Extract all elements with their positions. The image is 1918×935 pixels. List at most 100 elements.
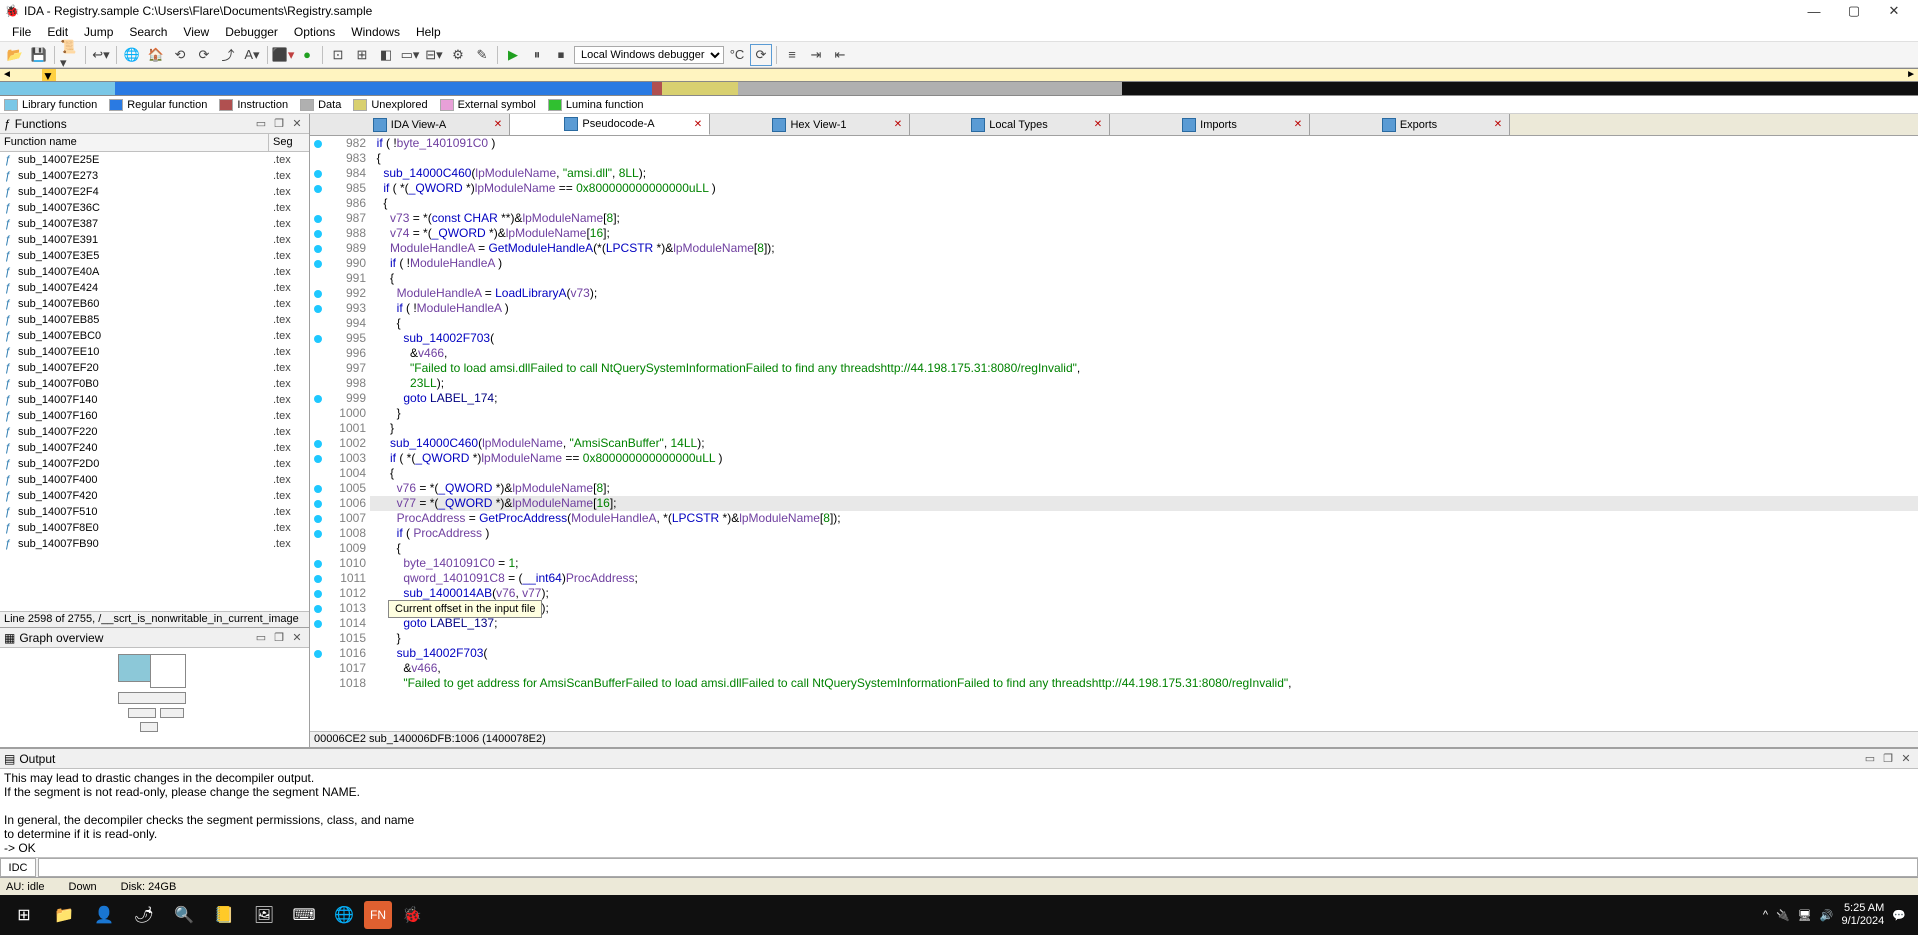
output-window-icon[interactable]: ▭ <box>1862 751 1878 767</box>
task-chrome-icon[interactable]: 🌐 <box>324 895 364 935</box>
function-row[interactable]: ƒsub_14007F510.tex <box>0 504 309 520</box>
code-line[interactable]: goto LABEL_137; <box>370 616 1918 631</box>
code-line[interactable]: "Failed to load amsi.dllFailed to call N… <box>370 361 1918 376</box>
function-row[interactable]: ƒsub_14007E391.tex <box>0 232 309 248</box>
panel-window-icon[interactable]: ▭ <box>253 116 269 132</box>
output-close-icon[interactable]: ✕ <box>1898 751 1914 767</box>
code-lines[interactable]: if ( !byte_1401091C0 ) { sub_14000C460(l… <box>370 136 1918 731</box>
function-row[interactable]: ƒsub_14007EF20.tex <box>0 360 309 376</box>
back-icon[interactable]: ⟲ <box>169 44 191 66</box>
output-restore-icon[interactable]: ❐ <box>1880 751 1896 767</box>
forward-icon[interactable]: ⟳ <box>193 44 215 66</box>
code-line[interactable]: v73 = *(const CHAR **)&lpModuleName[8]; <box>370 211 1918 226</box>
function-row[interactable]: ƒsub_14007EB85.tex <box>0 312 309 328</box>
graph-body[interactable] <box>0 648 309 747</box>
function-row[interactable]: ƒsub_14007E2F4.tex <box>0 184 309 200</box>
code-line[interactable]: &v466, <box>370 346 1918 361</box>
code-line[interactable]: { <box>370 151 1918 166</box>
nav2-icon[interactable]: 🏠 <box>145 44 167 66</box>
tab-local-types[interactable]: Local Types✕ <box>910 114 1110 135</box>
functions-list[interactable]: ƒsub_14007E25E.texƒsub_14007E273.texƒsub… <box>0 152 309 611</box>
function-row[interactable]: ƒsub_14007F8E0.tex <box>0 520 309 536</box>
function-row[interactable]: ƒsub_14007F160.tex <box>0 408 309 424</box>
code-line[interactable]: { <box>370 271 1918 286</box>
tab-ida-view-a[interactable]: IDA View-A✕ <box>310 114 510 135</box>
d5-icon[interactable]: ⇤ <box>829 44 851 66</box>
debugger-select[interactable]: Local Windows debugger <box>574 46 724 64</box>
stop-icon[interactable]: ⏹ <box>550 44 572 66</box>
function-row[interactable]: ƒsub_14007E36C.tex <box>0 200 309 216</box>
task-app4-icon[interactable]: 📒 <box>204 895 244 935</box>
breakpoint-gutter[interactable] <box>310 136 326 731</box>
record-icon[interactable]: ● <box>296 44 318 66</box>
code-line[interactable]: { <box>370 316 1918 331</box>
open-icon[interactable]: 📂 <box>4 44 26 66</box>
task-terminal-icon[interactable]: ⌨ <box>284 895 324 935</box>
code-line[interactable]: goto LABEL_174; <box>370 391 1918 406</box>
task-app5-icon[interactable]: 🖼 <box>244 895 284 935</box>
menu-debugger[interactable]: Debugger <box>217 23 286 41</box>
code-line[interactable]: sub_14000C460(lpModuleName, "amsi.dll", … <box>370 166 1918 181</box>
nav1-icon[interactable]: 🌐 <box>121 44 143 66</box>
code-line[interactable]: if ( ProcAddress ) <box>370 526 1918 541</box>
tab-exports[interactable]: Exports✕ <box>1310 114 1510 135</box>
t2-icon[interactable]: ⊞ <box>351 44 373 66</box>
tab-close-icon[interactable]: ✕ <box>1291 118 1305 132</box>
tray-network-icon[interactable]: 🔌 <box>1776 909 1790 922</box>
graph-window-icon[interactable]: ▭ <box>253 630 269 646</box>
tray-display-icon[interactable]: 🖥 <box>1798 909 1812 922</box>
code-line[interactable]: } <box>370 421 1918 436</box>
script-icon[interactable]: 📜▾ <box>59 44 81 66</box>
code-line[interactable]: if ( !ModuleHandleA ) <box>370 301 1918 316</box>
d2-icon[interactable]: ⟳ <box>750 44 772 66</box>
code-line[interactable]: ModuleHandleA = GetModuleHandleA(*(LPCST… <box>370 241 1918 256</box>
col-function-name[interactable]: Function name <box>0 134 269 151</box>
code-line[interactable]: "Failed to get address for AmsiScanBuffe… <box>370 676 1918 691</box>
t5-icon[interactable]: ⊟▾ <box>423 44 445 66</box>
code-line[interactable]: { <box>370 196 1918 211</box>
function-row[interactable]: ƒsub_14007E387.tex <box>0 216 309 232</box>
function-row[interactable]: ƒsub_14007E3E5.tex <box>0 248 309 264</box>
menu-windows[interactable]: Windows <box>343 23 408 41</box>
code-line[interactable]: } <box>370 631 1918 646</box>
idc-input[interactable] <box>38 858 1918 877</box>
function-row[interactable]: ƒsub_14007F400.tex <box>0 472 309 488</box>
code-line[interactable]: } <box>370 406 1918 421</box>
save-icon[interactable]: 💾 <box>28 44 50 66</box>
code-line[interactable]: 23LL); <box>370 376 1918 391</box>
function-row[interactable]: ƒsub_14007E424.tex <box>0 280 309 296</box>
tab-close-icon[interactable]: ✕ <box>491 118 505 132</box>
task-explorer-icon[interactable]: 📁 <box>44 895 84 935</box>
pause-icon[interactable]: ⏸ <box>526 44 548 66</box>
tab-hex-view-1[interactable]: Hex View-1✕ <box>710 114 910 135</box>
t6-icon[interactable]: ⚙ <box>447 44 469 66</box>
code-line[interactable]: { <box>370 541 1918 556</box>
d4-icon[interactable]: ⇥ <box>805 44 827 66</box>
t1-icon[interactable]: ⊡ <box>327 44 349 66</box>
menu-file[interactable]: File <box>4 23 39 41</box>
graph-restore-icon[interactable]: ❐ <box>271 630 287 646</box>
text-icon[interactable]: A▾ <box>241 44 263 66</box>
code-line[interactable]: qword_1401091C8 = (__int64)ProcAddress; <box>370 571 1918 586</box>
functions-header[interactable]: Function name Seg <box>0 134 309 152</box>
maximize-button[interactable]: ▢ <box>1834 1 1874 21</box>
tray-clock[interactable]: 5:25 AM 9/1/2024 <box>1841 902 1884 928</box>
code-line[interactable]: if ( *(_QWORD *)lpModuleName == 0x800000… <box>370 181 1918 196</box>
tab-pseudocode-a[interactable]: Pseudocode-A✕ <box>510 114 710 135</box>
task-ida-icon[interactable]: 🐞 <box>392 895 432 935</box>
code-line[interactable]: sub_14000C460(lpModuleName, "AmsiScanBuf… <box>370 436 1918 451</box>
nav-left-icon[interactable]: ◄ <box>2 69 12 80</box>
code-line[interactable]: sub_14002F703( <box>370 646 1918 661</box>
code-line[interactable]: v77 = *(_QWORD *)&lpModuleName[16]; <box>370 496 1918 511</box>
code-line[interactable]: if ( !byte_1401091C0 ) <box>370 136 1918 151</box>
run-icon[interactable]: ▶ <box>502 44 524 66</box>
menu-jump[interactable]: Jump <box>76 23 121 41</box>
minimize-button[interactable]: — <box>1794 1 1834 21</box>
code-line[interactable]: sub_14002F703( <box>370 331 1918 346</box>
output-body[interactable]: This may lead to drastic changes in the … <box>0 769 1918 857</box>
task-app1-icon[interactable]: 👤 <box>84 895 124 935</box>
nav-right-icon[interactable]: ► <box>1906 69 1916 80</box>
start-button[interactable]: ⊞ <box>4 895 44 935</box>
tray-chevron-icon[interactable]: ^ <box>1763 909 1768 921</box>
function-row[interactable]: ƒsub_14007F140.tex <box>0 392 309 408</box>
